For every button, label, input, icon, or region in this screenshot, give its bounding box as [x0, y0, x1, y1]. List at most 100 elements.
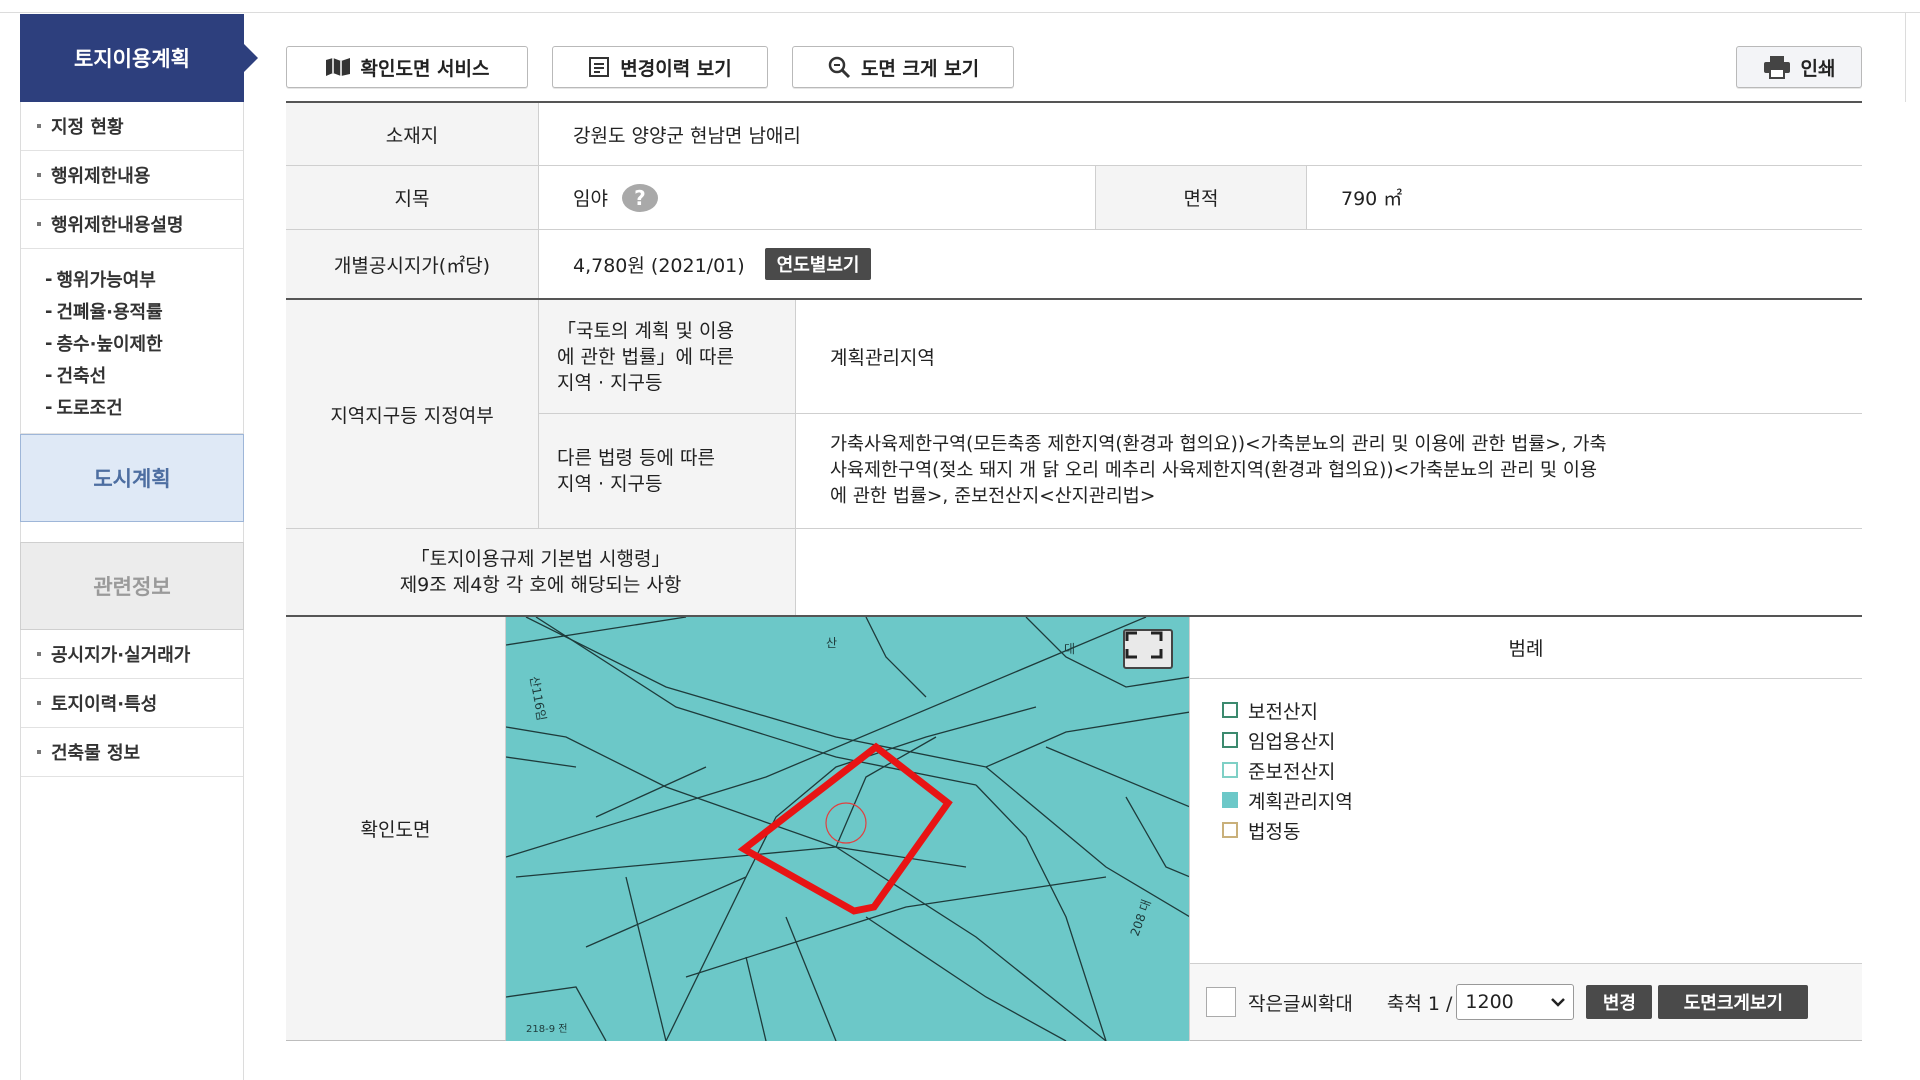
area-value: 790 ㎡	[1307, 166, 1862, 229]
sidebar-related-info-button[interactable]: 관련정보	[20, 542, 244, 630]
table-row-zones: 지역지구등 지정여부 「국토의 계획 및 이용 에 관한 법률」에 따른 지역 …	[286, 300, 1862, 529]
map-label-san116: 산116임	[527, 675, 549, 722]
table-row-category: 지목 임야 ? 면적 790 ㎡	[286, 166, 1862, 230]
legend-item-label: 법정동	[1248, 820, 1301, 843]
table-row-regulation: 「토지이용규제 기본법 시행령」 제9조 제4항 각 호에 해당되는 사항	[286, 529, 1862, 617]
sidebar-item-building-info[interactable]: 건축물 정보	[21, 728, 243, 777]
legend-item: 계획관리지역	[1222, 785, 1862, 815]
map-zoom-view-button[interactable]: 도면크게보기	[1658, 985, 1809, 1019]
zone-subrow-other: 다른 법령 등에 따른 지역 · 지구등 가축사육제한구역(모든축종 제한지역(…	[539, 414, 1862, 528]
sidebar-sub-item-possibility[interactable]: - 행위가능여부	[45, 263, 243, 295]
bullet-icon	[37, 173, 41, 177]
legend-item: 법정동	[1222, 815, 1862, 845]
zoom-map-button[interactable]: 도면 크게 보기	[792, 46, 1014, 88]
legend-item: 임업용산지	[1222, 725, 1862, 755]
sidebar-sub-list: - 행위가능여부 - 건폐율·용적률 - 층수·높이제한 - 건축선 - 도로조건	[21, 249, 243, 434]
other-law-value: 가축사육제한구역(모든축종 제한지역(환경과 협의요))<가축분뇨의 관리 및 …	[796, 414, 1862, 528]
sidebar-sub-item-building-line[interactable]: - 건축선	[45, 359, 243, 391]
help-icon[interactable]: ?	[621, 183, 658, 212]
legend-controls: 작은글씨확대 축척 1 / 1200 변경 도면크게보기	[1190, 964, 1862, 1040]
other-law-header-line: 지역 · 지구등	[557, 473, 663, 495]
map-label-218: 218-9 전	[526, 1023, 567, 1035]
sub-item-label: 도로조건	[56, 398, 123, 419]
sidebar-item-label: 토지이력·특성	[51, 694, 158, 715]
small-text-zoom-checkbox[interactable]	[1206, 987, 1236, 1017]
legend-swatch-icon	[1222, 732, 1238, 748]
sidebar-sub-item-coverage-ratio[interactable]: - 건폐율·용적률	[45, 295, 243, 327]
sidebar-item-designation-status[interactable]: 지정 현황	[21, 102, 243, 151]
location-value: 강원도 양양군 현남면 남애리	[539, 103, 1862, 165]
legend-swatch-icon	[1222, 762, 1238, 778]
zoom-map-label: 도면 크게 보기	[860, 57, 980, 80]
frame-right-line	[1905, 12, 1906, 102]
printer-icon	[1763, 55, 1791, 79]
category-header: 지목	[286, 166, 539, 229]
sub-item-label: 건폐율·용적률	[56, 302, 163, 323]
national-law-value: 계획관리지역	[796, 300, 1862, 413]
chevron-down-icon	[1551, 998, 1566, 1007]
scale-change-button[interactable]: 변경	[1586, 985, 1653, 1019]
legend-title: 범례	[1190, 617, 1862, 679]
sidebar-header-label: 토지이용계획	[74, 47, 190, 71]
map-label-208: 208 대	[1128, 898, 1154, 938]
legend-item-label: 임업용산지	[1248, 730, 1336, 753]
fullscreen-icon	[1125, 631, 1163, 659]
sidebar-item-label: 행위제한내용설명	[51, 215, 184, 236]
sidebar-header[interactable]: 토지이용계획	[20, 14, 258, 102]
other-law-header-line: 다른 법령 등에 따른	[557, 447, 715, 469]
legend-item: 보전산지	[1222, 695, 1862, 725]
scale-label: 축척 1 /	[1386, 992, 1453, 1015]
sub-item-label: 건축선	[56, 366, 107, 387]
regulation-header-line: 제9조 제4항 각 호에 해당되는 사항	[399, 574, 682, 596]
national-law-header-line: 지역 · 지구등	[557, 371, 663, 394]
confirm-map-service-button[interactable]: 확인도면 서비스	[286, 46, 528, 88]
land-use-table: 소재지 강원도 양양군 현남면 남애리 지목 임야 ? 면적 790 ㎡ 개별공…	[286, 101, 1862, 1041]
scale-select-value: 1200	[1465, 991, 1514, 1013]
map-label-dae: 대	[1064, 642, 1075, 656]
bullet-icon	[37, 701, 41, 705]
scale-select[interactable]: 1200	[1456, 984, 1575, 1020]
small-text-zoom-label: 작은글씨확대	[1248, 992, 1353, 1015]
area-header: 면적	[1096, 166, 1307, 229]
sidebar-item-land-price[interactable]: 공시지가·실거래가	[21, 630, 243, 679]
legend-item-label: 계획관리지역	[1248, 790, 1353, 813]
national-law-header-line: 「국토의 계획 및 이용	[557, 319, 734, 342]
sidebar-item-label: 지정 현황	[51, 117, 124, 138]
location-header: 소재지	[286, 103, 539, 165]
regulation-header-line: 「토지이용규제 기본법 시행령」	[410, 548, 671, 570]
sidebar-city-plan-button[interactable]: 도시계획	[20, 434, 244, 522]
legend-swatch-icon	[1222, 792, 1238, 808]
change-history-button[interactable]: 변경이력 보기	[552, 46, 768, 88]
price-cell: 4,780원 (2021/01) 연도별보기	[539, 230, 1862, 298]
sidebar-item-restriction-content[interactable]: 행위제한내용	[21, 151, 243, 200]
other-law-value-line: 가축사육제한구역(모든축종 제한지역(환경과 협의요))<가축분뇨의 관리 및 …	[830, 434, 1607, 455]
cadastral-map-lines: 대 208 대 218-9 전 산116임 산	[506, 617, 1189, 1041]
category-cell: 임야 ?	[539, 166, 1096, 229]
document-icon	[588, 56, 610, 78]
bullet-icon	[37, 750, 41, 754]
map-fullscreen-button[interactable]	[1123, 629, 1173, 669]
sidebar-item-restriction-description[interactable]: 행위제한내용설명	[21, 200, 243, 249]
other-law-value-line: 사육제한구역(젖소 돼지 개 닭 오리 메추리 사육제한지역(환경과 협의요))…	[830, 460, 1597, 481]
yearly-view-button[interactable]: 연도별보기	[764, 248, 872, 280]
zone-header: 지역지구등 지정여부	[286, 300, 539, 528]
table-row-price: 개별공시지가(㎡당) 4,780원 (2021/01) 연도별보기	[286, 230, 1862, 300]
legend-swatch-icon	[1222, 702, 1238, 718]
sidebar-item-label: 공시지가·실거래가	[51, 645, 191, 666]
regulation-value	[796, 529, 1862, 615]
sidebar-item-land-history[interactable]: 토지이력·특성	[21, 679, 243, 728]
bullet-icon	[37, 652, 41, 656]
confirm-map-label: 확인도면 서비스	[360, 57, 490, 80]
regulation-header: 「토지이용규제 기본법 시행령」 제9조 제4항 각 호에 해당되는 사항	[286, 529, 796, 615]
print-button[interactable]: 인쇄	[1736, 46, 1862, 88]
table-row-map: 확인도면 대 208 대 218-9 전 산116임 산 범례 보전산지 임업용…	[286, 617, 1862, 1041]
other-law-header: 다른 법령 등에 따른 지역 · 지구등	[539, 414, 796, 528]
confirmation-map[interactable]: 대 208 대 218-9 전 산116임 산	[506, 617, 1190, 1041]
sidebar-sub-item-height-limit[interactable]: - 층수·높이제한	[45, 327, 243, 359]
map-header: 확인도면	[286, 617, 506, 1040]
sidebar-sub-item-road-condition[interactable]: - 도로조건	[45, 391, 243, 423]
sub-item-label: 층수·높이제한	[56, 334, 163, 355]
legend-item-label: 준보전산지	[1248, 760, 1336, 783]
legend-swatch-icon	[1222, 822, 1238, 838]
map-legend: 범례 보전산지 임업용산지 준보전산지 계획관리지역 법정동 작은글씨확대 축척…	[1190, 617, 1862, 1040]
